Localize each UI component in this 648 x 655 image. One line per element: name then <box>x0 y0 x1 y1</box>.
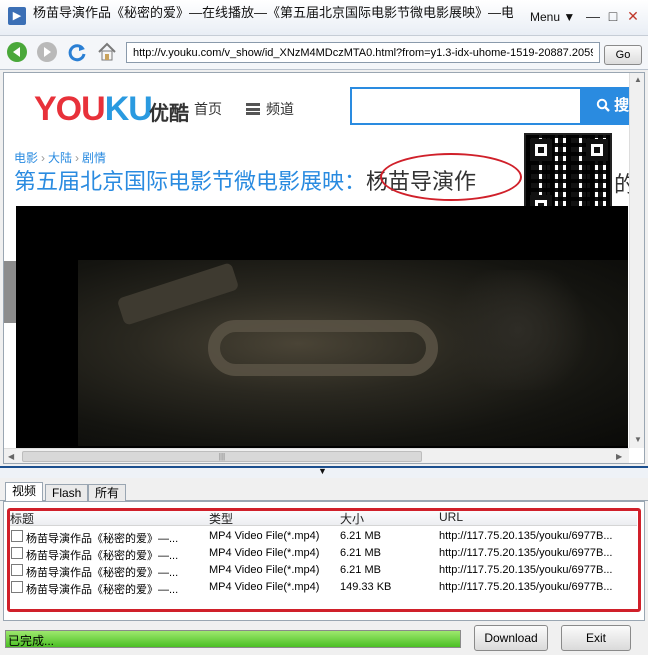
url-input[interactable] <box>126 42 600 63</box>
list-item[interactable]: 杨苗导演作品《秘密的爱》—... MP4 Video File(*.mp4) 6… <box>7 545 637 562</box>
window-title: 杨苗导演作品《秘密的爱》—在线播放—《第五届北京国际电影节微电影展映》—电影—优… <box>33 5 513 20</box>
browser-viewport: YOUKU 优酷 首页 频道 搜 电影 › 大陆 › 剧情 第五届北京国际电影节微电影展… <box>3 72 645 464</box>
nav-channel-link[interactable]: 频道 <box>246 99 294 119</box>
breadcrumb-item[interactable]: 电影 <box>14 151 38 165</box>
exit-button[interactable]: Exit <box>561 625 631 651</box>
row-checkbox[interactable] <box>11 564 23 576</box>
row-size: 149.33 KB <box>340 581 392 593</box>
list-item[interactable]: 杨苗导演作品《秘密的爱》—... MP4 Video File(*.mp4) 6… <box>7 562 637 579</box>
youku-logo-text: 优酷 <box>149 103 189 125</box>
row-title: 杨苗导演作品《秘密的爱》—... <box>26 550 179 562</box>
row-title: 杨苗导演作品《秘密的爱》—... <box>26 567 179 579</box>
row-checkbox[interactable] <box>11 581 23 593</box>
horizontal-scrollbar[interactable]: ◀ ||| ▶ <box>4 448 629 463</box>
address-bar: Go <box>0 36 648 70</box>
list-header: 标题 类型 大小 URL <box>7 508 637 526</box>
menu-button[interactable]: Menu ▼ <box>530 10 575 24</box>
download-button[interactable]: Download <box>474 625 548 651</box>
panel-splitter[interactable]: ▼ <box>0 466 648 478</box>
tab-bar: 视频 Flash 所有 <box>0 481 648 502</box>
row-size: 6.21 MB <box>340 547 381 559</box>
collapse-arrow-icon[interactable]: ▼ <box>318 466 327 476</box>
row-url: http://117.75.20.135/youku/6977B... <box>439 530 613 542</box>
close-icon[interactable]: ✕ <box>624 7 642 25</box>
progress-bar: 已完成... <box>5 630 461 648</box>
row-type: MP4 Video File(*.mp4) <box>209 581 320 593</box>
row-url: http://117.75.20.135/youku/6977B... <box>439 581 613 593</box>
video-frame <box>78 260 628 446</box>
progress-fill <box>6 631 460 647</box>
column-header-type[interactable]: 类型 <box>209 510 233 527</box>
site-search-input[interactable] <box>350 87 582 125</box>
list-item[interactable]: 杨苗导演作品《秘密的爱》—... MP4 Video File(*.mp4) 1… <box>7 579 637 596</box>
menu-icon <box>246 103 260 115</box>
row-title: 杨苗导演作品《秘密的爱》—... <box>26 533 179 545</box>
side-feedback-tab[interactable] <box>4 261 16 323</box>
highlight-annotation <box>380 153 522 201</box>
row-title: 杨苗导演作品《秘密的爱》—... <box>26 584 179 596</box>
row-checkbox[interactable] <box>11 530 23 542</box>
row-url: http://117.75.20.135/youku/6977B... <box>439 547 613 559</box>
maximize-icon[interactable]: □ <box>604 7 622 25</box>
youku-logo[interactable]: YOUKU <box>34 91 153 127</box>
row-checkbox[interactable] <box>11 547 23 559</box>
tab-flash[interactable]: Flash <box>45 484 89 502</box>
row-size: 6.21 MB <box>340 530 381 542</box>
scroll-thumb[interactable]: ||| <box>22 451 422 462</box>
column-header-title[interactable]: 标题 <box>10 510 34 527</box>
status-bar: 已完成... Download Exit <box>0 624 648 655</box>
scroll-left-icon[interactable]: ◀ <box>8 452 14 461</box>
home-icon[interactable] <box>96 41 118 63</box>
scroll-down-icon[interactable]: ▼ <box>634 435 642 444</box>
tab-all[interactable]: 所有 <box>88 484 127 502</box>
row-size: 6.21 MB <box>340 564 381 576</box>
row-url: http://117.75.20.135/youku/6977B... <box>439 564 613 576</box>
breadcrumb-item[interactable]: 剧情 <box>82 151 106 165</box>
search-icon <box>596 98 610 112</box>
minimize-icon[interactable]: — <box>584 7 602 25</box>
breadcrumb: 电影 › 大陆 › 剧情 <box>14 151 107 165</box>
title-bar: ▶ 杨苗导演作品《秘密的爱》—在线播放—《第五届北京国际电影节微电影展映》—电影… <box>0 0 648 36</box>
column-header-size[interactable]: 大小 <box>340 510 364 527</box>
row-type: MP4 Video File(*.mp4) <box>209 564 320 576</box>
row-type: MP4 Video File(*.mp4) <box>209 530 320 542</box>
go-button[interactable]: Go <box>604 45 642 65</box>
back-arrow-icon[interactable] <box>6 41 28 63</box>
app-icon: ▶ <box>8 7 26 25</box>
breadcrumb-item[interactable]: 大陆 <box>48 151 72 165</box>
scroll-up-icon[interactable]: ▲ <box>634 75 642 84</box>
scroll-right-icon[interactable]: ▶ <box>616 452 622 461</box>
video-player[interactable] <box>16 206 628 452</box>
status-text: 已完成... <box>8 634 55 648</box>
vertical-scrollbar[interactable]: ▲ ▼ <box>629 73 644 448</box>
row-type: MP4 Video File(*.mp4) <box>209 547 320 559</box>
forward-arrow-icon[interactable] <box>36 41 58 63</box>
refresh-icon[interactable] <box>66 41 88 63</box>
list-item[interactable]: 杨苗导演作品《秘密的爱》—... MP4 Video File(*.mp4) 6… <box>7 528 637 545</box>
column-header-url[interactable]: URL <box>439 510 463 524</box>
nav-home-link[interactable]: 首页 <box>194 99 222 119</box>
tab-video[interactable]: 视频 <box>5 482 44 502</box>
